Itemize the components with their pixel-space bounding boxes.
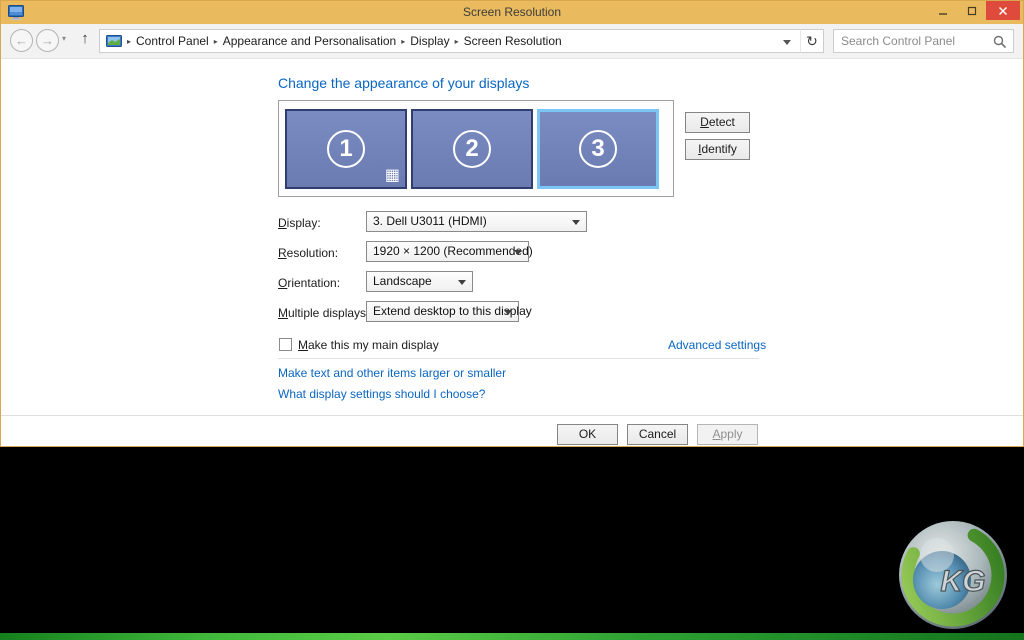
start-tiles-icon: ▦ [385, 168, 400, 184]
search-icon[interactable] [993, 35, 1007, 49]
monitor-preview-panel: 1 ▦ 2 3 [278, 100, 674, 197]
footer-divider [1, 415, 1023, 416]
main-display-checkbox[interactable] [279, 338, 292, 351]
maximize-icon [967, 6, 977, 16]
control-panel-icon [106, 35, 122, 48]
orientation-label: Orientation: [278, 276, 340, 290]
chevron-down-icon [504, 310, 512, 315]
maximize-button[interactable] [957, 1, 986, 20]
refresh-button[interactable]: ↻ [800, 29, 824, 53]
advanced-settings-link[interactable]: Advanced settings [668, 338, 766, 352]
resolution-select[interactable]: 1920 × 1200 (Recommended) [366, 241, 529, 262]
monitor-3-number: 3 [579, 130, 617, 168]
display-select-value: 3. Dell U3011 (HDMI) [373, 214, 487, 228]
screen-resolution-window: Screen Resolution ← → ▾ [0, 0, 1024, 447]
navigation-bar: ← → ▾ ↑ ▸ Control Panel ▸ Appearance and… [1, 24, 1023, 59]
display-settings-help-link[interactable]: What display settings should I choose? [278, 387, 485, 401]
breadcrumb-separator-icon: ▸ [209, 37, 223, 46]
identify-button[interactable]: Identify [685, 139, 750, 160]
resolution-label: Resolution: [278, 246, 338, 260]
watermark-text: KG [941, 565, 986, 598]
forward-button[interactable]: → [36, 29, 59, 52]
detect-button[interactable]: Detect [685, 112, 750, 133]
bottom-green-strip [0, 633, 1024, 640]
monitor-2-number: 2 [453, 130, 491, 168]
minimize-button[interactable] [928, 1, 957, 20]
titlebar: Screen Resolution [1, 1, 1023, 24]
display-label: Display: [278, 216, 321, 230]
cancel-button[interactable]: Cancel [627, 424, 688, 445]
multiple-displays-select[interactable]: Extend desktop to this display [366, 301, 519, 322]
history-dropdown-icon[interactable]: ▾ [62, 34, 66, 43]
main-display-checkbox-label: Make this my main display [298, 338, 439, 352]
page-title: Change the appearance of your displays [278, 75, 529, 91]
breadcrumb-appearance[interactable]: Appearance and Personalisation [223, 34, 396, 48]
orientation-select[interactable]: Landscape [366, 271, 473, 292]
multiple-displays-label: Multiple displays: [278, 306, 369, 320]
search-input[interactable] [841, 34, 989, 48]
up-button[interactable]: ↑ [75, 30, 95, 47]
breadcrumb-separator-icon: ▸ [450, 37, 464, 46]
section-divider [278, 358, 759, 359]
breadcrumb-screen-resolution[interactable]: Screen Resolution [464, 34, 562, 48]
make-text-larger-link[interactable]: Make text and other items larger or smal… [278, 366, 506, 380]
kitguru-watermark-logo: KG [897, 519, 1009, 631]
display-select[interactable]: 3. Dell U3011 (HDMI) [366, 211, 587, 232]
chevron-down-icon [514, 250, 522, 255]
close-icon [998, 6, 1008, 16]
monitor-2[interactable]: 2 [411, 109, 533, 189]
monitor-1-number: 1 [327, 130, 365, 168]
apply-button-disabled: Apply [697, 424, 758, 445]
monitor-3-selected[interactable]: 3 [537, 109, 659, 189]
resolution-select-value: 1920 × 1200 (Recommended) [373, 244, 533, 258]
address-dropdown-icon[interactable] [783, 40, 791, 45]
chevron-down-icon [458, 280, 466, 285]
breadcrumb-separator-icon: ▸ [122, 37, 136, 46]
close-button[interactable] [986, 1, 1020, 20]
orientation-select-value: Landscape [373, 274, 432, 288]
breadcrumb-separator-icon: ▸ [396, 37, 410, 46]
search-box [833, 29, 1014, 53]
back-button[interactable]: ← [10, 29, 33, 52]
monitor-1[interactable]: 1 ▦ [285, 109, 407, 189]
chevron-down-icon [572, 220, 580, 225]
address-bar[interactable]: ▸ Control Panel ▸ Appearance and Persona… [99, 29, 801, 53]
ok-button[interactable]: OK [557, 424, 618, 445]
window-controls [928, 1, 1020, 20]
breadcrumb-display[interactable]: Display [410, 34, 449, 48]
minimize-icon [938, 6, 948, 16]
breadcrumb-control-panel[interactable]: Control Panel [136, 34, 209, 48]
screenshot-root: Screen Resolution ← → ▾ [0, 0, 1024, 640]
window-title: Screen Resolution [1, 1, 1023, 24]
